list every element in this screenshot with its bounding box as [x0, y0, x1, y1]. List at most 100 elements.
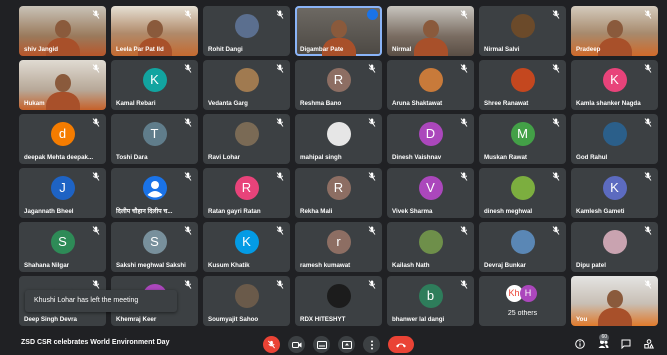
participant-tile[interactable]: Kh H 25 others — [479, 276, 566, 326]
participant-name: Aruna Shaktawat — [392, 100, 443, 107]
avatar: S — [142, 230, 167, 254]
mic-off-icon — [184, 172, 193, 181]
chat-icon — [621, 339, 631, 349]
participant-tile[interactable]: M Muskan Rawat — [479, 114, 566, 164]
mic-off-icon — [460, 10, 469, 19]
participant-tile[interactable]: Soumyajit Sahoo — [203, 276, 290, 326]
mic-off-icon — [368, 64, 377, 73]
participant-name: dinesh meghwal — [484, 208, 533, 215]
participant-tile[interactable]: God Rahul — [571, 114, 658, 164]
participant-name: mahipal singh — [300, 154, 342, 161]
participant-tile[interactable]: R Ratan gayri Ratan — [203, 168, 290, 218]
default-user-icon — [142, 176, 167, 200]
participant-tile[interactable]: Shree Ranawat — [479, 60, 566, 110]
mic-off-icon — [460, 226, 469, 235]
participant-tile[interactable]: You — [571, 276, 658, 326]
meeting-details-button[interactable] — [573, 337, 587, 351]
mic-off-icon — [552, 10, 561, 19]
present-button[interactable] — [338, 336, 355, 353]
participant-name: deepak Mehta deepak... — [24, 154, 94, 161]
participant-tile[interactable]: K Kusum Khatik — [203, 222, 290, 272]
mic-off-icon — [644, 10, 653, 19]
participant-name: Reshma Bano — [300, 100, 342, 107]
participant-tile[interactable]: S Shahana Nilgar — [19, 222, 106, 272]
participant-tile[interactable]: dinesh meghwal — [479, 168, 566, 218]
hang-up-icon — [396, 343, 406, 347]
participant-tile[interactable]: D Dinesh Vaishnav — [387, 114, 474, 164]
mic-off-button[interactable] — [263, 336, 280, 353]
participant-tile[interactable]: K Kamla shanker Nagda — [571, 60, 658, 110]
profile-photo — [602, 122, 627, 146]
participant-tile[interactable]: Aruna Shaktawat — [387, 60, 474, 110]
captions-button[interactable] — [313, 336, 330, 353]
mic-off-icon — [276, 226, 285, 235]
profile-photo — [234, 284, 259, 308]
profile-photo — [418, 230, 443, 254]
participant-grid: shiv Jangid Leela Par Pat Ild Rohit Dangi D… — [19, 6, 661, 330]
mic-off-icon — [276, 118, 285, 127]
participant-tile[interactable]: d deepak Mehta deepak... — [19, 114, 106, 164]
participant-tile[interactable]: S Sakshi meghwal Sakshi — [111, 222, 198, 272]
people-button[interactable]: 60 — [596, 334, 610, 351]
participant-tile[interactable]: Kailash Nath — [387, 222, 474, 272]
participant-tile[interactable]: Digambar Pate — [295, 6, 382, 56]
avatar: b — [418, 284, 443, 308]
mic-off-icon — [276, 172, 285, 181]
mic-off-icon — [184, 226, 193, 235]
mic-off-icon — [552, 118, 561, 127]
chat-button[interactable] — [619, 337, 633, 351]
mic-off-icon — [276, 10, 285, 19]
participant-name: Ratan gayri Ratan — [208, 208, 261, 215]
info-icon — [575, 339, 585, 349]
participant-tile[interactable]: Hukam — [19, 60, 106, 110]
participant-tile[interactable]: r ramesh kumawat — [295, 222, 382, 272]
participant-name: Dinesh Vaishnav — [392, 154, 442, 161]
leave-call-button[interactable] — [388, 336, 414, 353]
participant-tile[interactable]: Pradeep — [571, 6, 658, 56]
participant-tile[interactable]: J Jagannath Bheel — [19, 168, 106, 218]
participant-tile[interactable]: Nirmal Salvi — [479, 6, 566, 56]
profile-photo — [510, 14, 535, 38]
participant-tile[interactable]: shiv Jangid — [19, 6, 106, 56]
mic-off-icon — [184, 10, 193, 19]
mic-off-icon — [368, 226, 377, 235]
participant-name: Kamla shanker Nagda — [576, 100, 641, 107]
profile-photo — [510, 68, 535, 92]
mic-off-icon — [276, 64, 285, 73]
mic-off-icon — [368, 172, 377, 181]
activities-button[interactable] — [642, 337, 656, 351]
camera-button[interactable] — [288, 336, 305, 353]
participant-tile[interactable]: Rohit Dangi — [203, 6, 290, 56]
mic-off-icon — [644, 226, 653, 235]
others-avatars: Kh H — [505, 285, 540, 303]
avatar: S — [50, 230, 75, 254]
participant-tile[interactable]: Ravi Lohar — [203, 114, 290, 164]
participant-tile[interactable]: R Reshma Bano — [295, 60, 382, 110]
participant-tile[interactable]: b bhanwer lal dangi — [387, 276, 474, 326]
participant-name: Kailash Nath — [392, 262, 430, 269]
participant-tile[interactable]: K Kamlesh Gameti — [571, 168, 658, 218]
more-options-button[interactable] — [363, 336, 380, 353]
participant-tile[interactable]: Leela Par Pat Ild — [111, 6, 198, 56]
participant-name: God Rahul — [576, 154, 608, 161]
participant-name: Sakshi meghwal Sakshi — [116, 262, 186, 269]
participant-tile[interactable]: Nirmal — [387, 6, 474, 56]
avatar: K — [142, 68, 167, 92]
participant-tile[interactable]: mahipal singh — [295, 114, 382, 164]
participant-tile[interactable]: R Rekha Mali — [295, 168, 382, 218]
participant-tile[interactable]: T Toshi Dara — [111, 114, 198, 164]
participant-tile[interactable]: V Vivek Sharma — [387, 168, 474, 218]
participant-tile[interactable]: RDX HITESHYT — [295, 276, 382, 326]
participant-name: Hukam — [24, 100, 45, 107]
mic-off-icon — [92, 64, 101, 73]
participant-name: You — [576, 316, 588, 323]
mic-off-icon — [460, 64, 469, 73]
participant-tile[interactable]: Devraj Bunkar — [479, 222, 566, 272]
participant-tile[interactable]: Vedanta Garg — [203, 60, 290, 110]
participant-tile[interactable]: Dipu patel — [571, 222, 658, 272]
mic-off-icon — [644, 172, 653, 181]
participant-tile[interactable]: दिलीप चौहान दिलीप च... — [111, 168, 198, 218]
participant-tile[interactable]: K Kamal Rebari — [111, 60, 198, 110]
participant-name: Devraj Bunkar — [484, 262, 526, 269]
avatar: K — [602, 68, 627, 92]
